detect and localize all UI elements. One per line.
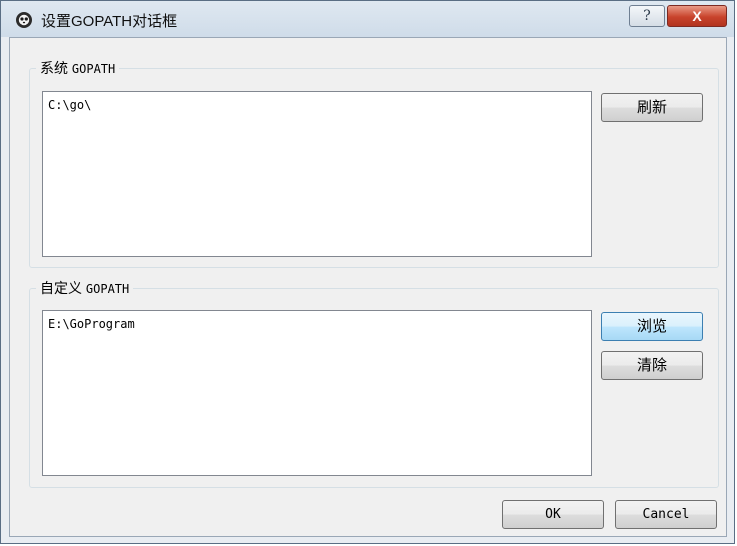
browse-button[interactable]: 浏览: [601, 312, 703, 341]
custom-gopath-item[interactable]: E:\GoProgram: [48, 317, 135, 331]
custom-gopath-label: GOPATH: [85, 282, 130, 296]
close-button[interactable]: X: [667, 5, 727, 27]
cancel-button-label: Cancel: [642, 507, 690, 522]
custom-gopath-list[interactable]: E:\GoProgram: [42, 310, 592, 476]
custom-gopath-prefix: 自定义: [40, 280, 82, 296]
gopher-app-icon: [16, 12, 32, 28]
browse-button-label: 浏览: [636, 318, 667, 335]
title-bar[interactable]: 设置GOPATH对话框 ? X: [1, 1, 734, 37]
refresh-button[interactable]: 刷新: [601, 93, 703, 122]
dialog-client-area: 系统 GOPATH C:\go\ 刷新 自定义 GOPATH E:\GoProg…: [9, 37, 727, 537]
system-gopath-group-title: 系统 GOPATH: [36, 58, 120, 79]
dialog-window: 设置GOPATH对话框 ? X 系统 GOPATH C:\go\ 刷新 自定义 …: [0, 0, 735, 544]
system-gopath-item[interactable]: C:\go\: [48, 98, 91, 112]
ok-button-label: OK: [545, 507, 561, 522]
system-gopath-list[interactable]: C:\go\: [42, 91, 592, 257]
cancel-button[interactable]: Cancel: [615, 500, 717, 529]
window-title: 设置GOPATH对话框: [41, 13, 178, 30]
refresh-button-label: 刷新: [636, 99, 667, 116]
help-button[interactable]: ?: [629, 5, 665, 27]
system-gopath-prefix: 系统: [40, 60, 68, 76]
clear-button-label: 清除: [636, 357, 667, 374]
clear-button[interactable]: 清除: [601, 351, 703, 380]
system-gopath-label: GOPATH: [71, 62, 116, 76]
ok-button[interactable]: OK: [502, 500, 604, 529]
custom-gopath-group-title: 自定义 GOPATH: [36, 278, 134, 299]
